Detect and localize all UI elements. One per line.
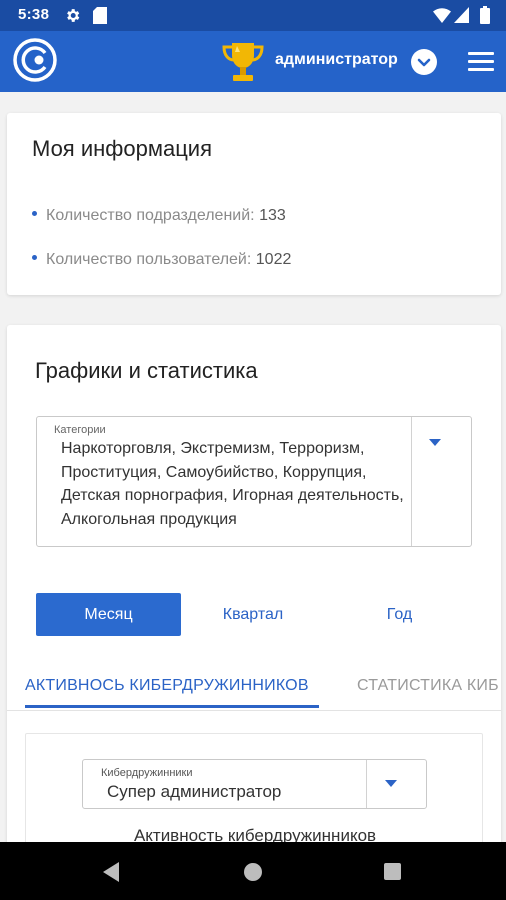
select-divider bbox=[366, 760, 367, 808]
sd-card-icon bbox=[93, 7, 107, 24]
my-info-card: Моя информация Количество подразделений:… bbox=[7, 113, 501, 295]
stats-card: Графики и статистика Категории Наркоторг… bbox=[7, 325, 501, 873]
volunteers-select-value: Супер администратор bbox=[107, 782, 282, 801]
app-bar: администратор bbox=[0, 31, 506, 92]
info-label: Количество подразделений: bbox=[46, 207, 255, 224]
username-label[interactable]: администратор bbox=[275, 51, 398, 69]
hamburger-menu-icon[interactable] bbox=[468, 52, 494, 72]
categories-select[interactable]: Категории Наркоторговля, Экстремизм, Тер… bbox=[36, 416, 472, 547]
period-quarter-button[interactable]: Квартал bbox=[183, 593, 323, 636]
info-item-users: Количество пользователей: 1022 bbox=[32, 251, 291, 269]
caret-down-icon[interactable] bbox=[429, 439, 441, 446]
gear-icon bbox=[67, 9, 80, 22]
tab-volunteer-activity[interactable]: АКТИВНОСЬ КИБЕРДРУЖИННИКОВ bbox=[25, 677, 309, 695]
categories-select-value: Наркоторговля, Экстремизм, Терроризм, Пр… bbox=[61, 440, 404, 528]
back-icon[interactable] bbox=[103, 862, 119, 882]
bullet-icon bbox=[32, 211, 37, 217]
system-nav-bar bbox=[0, 842, 506, 900]
info-item-departments: Количество подразделений: 133 bbox=[32, 207, 286, 225]
signal-icon bbox=[454, 7, 469, 23]
home-icon[interactable] bbox=[244, 863, 262, 881]
categories-select-label: Категории bbox=[54, 424, 106, 436]
stats-title: Графики и статистика bbox=[35, 358, 258, 383]
status-bar: 5:38 bbox=[0, 0, 506, 31]
period-year-button[interactable]: Год bbox=[337, 593, 462, 636]
trophy-icon[interactable] bbox=[218, 37, 268, 87]
recents-icon[interactable] bbox=[384, 863, 401, 880]
tabs-divider bbox=[7, 710, 501, 711]
caret-down-icon[interactable] bbox=[385, 780, 397, 787]
bullet-icon bbox=[32, 255, 37, 261]
chevron-down-icon bbox=[417, 58, 431, 67]
user-menu-toggle[interactable] bbox=[411, 49, 437, 75]
info-value: 1022 bbox=[255, 251, 292, 268]
wifi-icon bbox=[433, 8, 451, 23]
select-divider bbox=[411, 417, 412, 546]
tab-statistics[interactable]: СТАТИСТИКА КИБ bbox=[357, 677, 499, 695]
volunteers-select[interactable]: Кибердружинники Супер администратор bbox=[82, 759, 427, 809]
app-logo-icon[interactable] bbox=[12, 37, 58, 83]
active-tab-indicator bbox=[25, 705, 319, 708]
my-info-title: Моя информация bbox=[32, 136, 213, 161]
period-month-button[interactable]: Месяц bbox=[36, 593, 181, 636]
volunteers-select-label: Кибердружинники bbox=[101, 767, 193, 779]
info-label: Количество пользователей: bbox=[46, 251, 252, 268]
status-time: 5:38 bbox=[18, 6, 50, 23]
battery-icon bbox=[480, 6, 490, 24]
info-value: 133 bbox=[259, 207, 286, 224]
